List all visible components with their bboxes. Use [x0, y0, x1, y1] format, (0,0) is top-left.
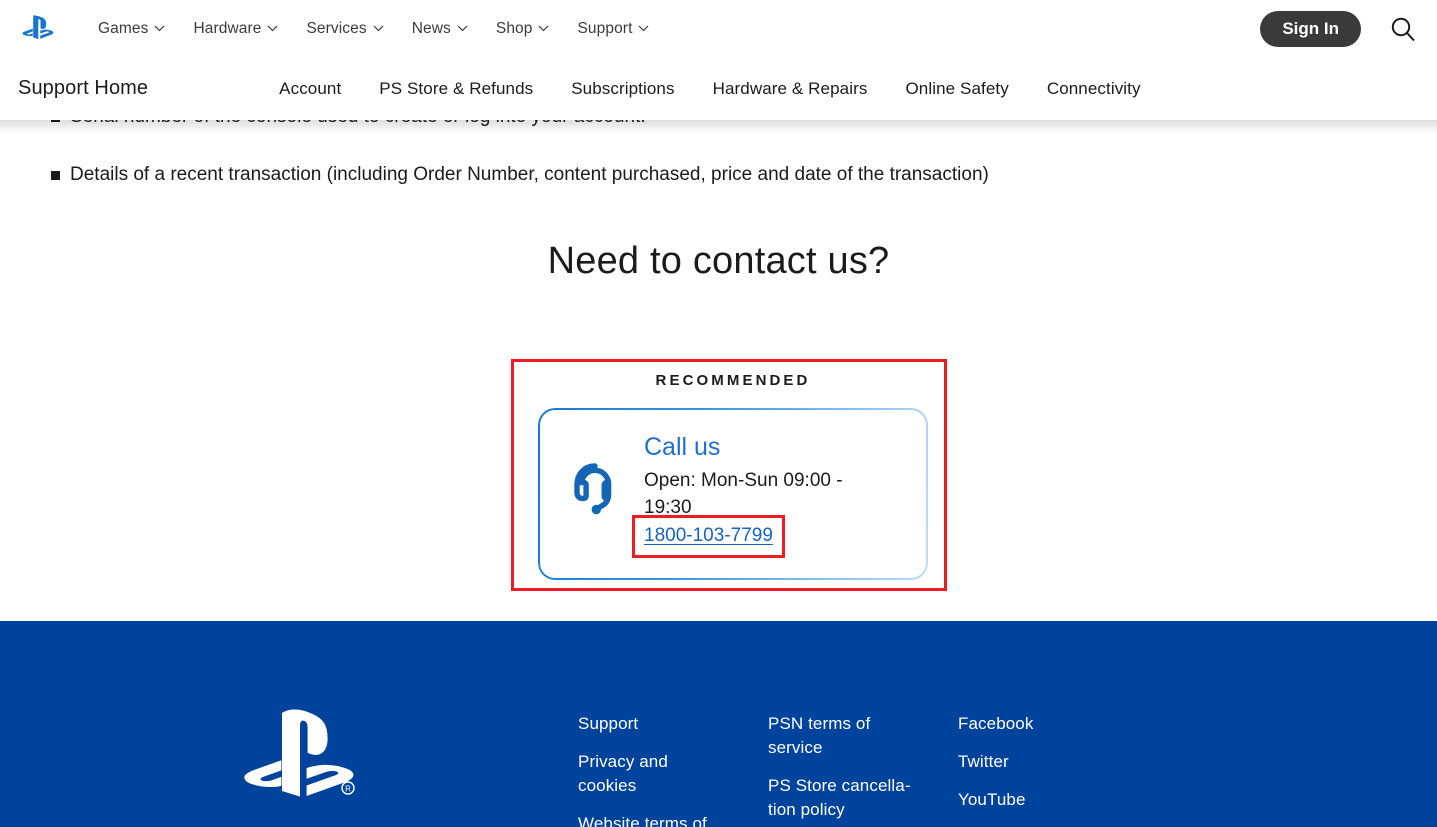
primary-nav-item-support[interactable]: Support [563, 14, 663, 44]
phone-link-wrapper: 1800-103-7799 [632, 514, 785, 558]
list-item: Details of a recent transaction (includi… [18, 161, 1419, 189]
support-navigation-bar: Support Home Account PS Store & Refunds … [0, 57, 1437, 120]
chevron-down-icon [457, 25, 468, 32]
footer-link-twitter[interactable]: Twitter [958, 750, 1108, 774]
header-right-actions: Sign In [1260, 10, 1419, 47]
call-us-card[interactable]: Call us Open: Mon-Sun 09:00 - 19:30 1800… [538, 408, 928, 581]
chevron-down-icon [539, 25, 549, 32]
footer-column-1: Support Privacy and cookies Website term… [578, 712, 768, 827]
search-button[interactable] [1387, 13, 1419, 45]
footer-link-psn-terms-of-service[interactable]: PSN terms of service [768, 712, 918, 760]
page-title: Need to contact us? [547, 240, 890, 283]
footer-column-3: Facebook Twitter YouTube Instagram [958, 712, 1148, 827]
sign-in-button[interactable]: Sign In [1260, 10, 1361, 47]
recommended-block: RECOMMENDED Call us Open: Mon-Sun 09:00 … [538, 372, 928, 581]
chevron-down-icon [268, 25, 278, 32]
svg-text:R: R [345, 785, 351, 794]
primary-nav-label: Games [98, 19, 149, 37]
primary-nav-label: News [411, 19, 451, 37]
global-header: Games Hardware Services News Shop Suppor… [0, 0, 1437, 134]
contact-card-zone: RECOMMENDED Call us Open: Mon-Sun 09:00 … [18, 329, 1419, 592]
support-home-link[interactable]: Support Home [18, 77, 148, 100]
footer-column-2: PSN terms of service PS Store cancella-t… [768, 712, 958, 827]
support-nav-item-connectivity[interactable]: Connectivity [1028, 71, 1160, 107]
primary-nav-item-shop[interactable]: Shop [482, 14, 564, 44]
call-card-inner: Call us Open: Mon-Sun 09:00 - 19:30 1800… [560, 434, 906, 558]
support-nav-item-online-safety[interactable]: Online Safety [886, 71, 1027, 107]
call-info: Call us Open: Mon-Sun 09:00 - 19:30 1800… [632, 434, 906, 558]
footer-link-facebook[interactable]: Facebook [958, 712, 1108, 736]
primary-nav-label: Shop [495, 19, 533, 37]
recommended-badge: RECOMMENDED [655, 372, 811, 390]
playstation-logo-icon [22, 15, 54, 40]
support-nav-item-account[interactable]: Account [260, 71, 360, 107]
primary-nav-item-services[interactable]: Services [292, 14, 397, 44]
call-us-hours: Open: Mon-Sun 09:00 - 19:30 [644, 469, 843, 518]
call-us-title[interactable]: Call us [644, 434, 906, 462]
footer-link-youtube[interactable]: YouTube [958, 788, 1108, 812]
site-footer: R Support Privacy and cookies Website te… [0, 621, 1437, 827]
footer-link-privacy-and-cookies[interactable]: Privacy and cookies [578, 750, 728, 798]
primary-nav-item-news[interactable]: News [398, 14, 482, 44]
footer-link-website-terms-of-use[interactable]: Website terms of use [578, 812, 728, 827]
support-nav-item-hardware-repairs[interactable]: Hardware & Repairs [694, 71, 887, 107]
chevron-down-icon [155, 25, 165, 32]
playstation-logo-link[interactable] [18, 13, 58, 44]
chevron-down-icon [639, 25, 649, 32]
footer-logo-column: R [18, 677, 578, 827]
primary-nav-label: Hardware [193, 19, 262, 37]
page-root: Games Hardware Services News Shop Suppor… [0, 0, 1437, 827]
headset-icon [574, 463, 612, 515]
primary-nav-label: Support [577, 19, 633, 37]
footer-inner: R Support Privacy and cookies Website te… [0, 621, 1437, 827]
primary-navigation-bar: Games Hardware Services News Shop Suppor… [0, 0, 1437, 57]
primary-nav-item-games[interactable]: Games [84, 14, 179, 44]
footer-link-ps-store-cancellation-policy[interactable]: PS Store cancella-tion policy [768, 774, 918, 822]
playstation-logo-icon: R [244, 709, 355, 797]
support-nav-item-ps-store-refunds[interactable]: PS Store & Refunds [360, 71, 552, 107]
footer-link-columns: Support Privacy and cookies Website term… [578, 677, 1148, 827]
support-nav-item-subscriptions[interactable]: Subscriptions [552, 71, 693, 107]
primary-nav-label: Services [306, 19, 367, 37]
support-nav-links: Account PS Store & Refunds Subscriptions… [260, 71, 1159, 107]
search-icon [1391, 17, 1415, 41]
content-inner: Serial number of the console used to cre… [0, 103, 1437, 592]
primary-nav-item-hardware[interactable]: Hardware [179, 14, 292, 44]
phone-number-link[interactable]: 1800-103-7799 [644, 525, 773, 546]
primary-nav-links: Games Hardware Services News Shop Suppor… [84, 14, 663, 44]
footer-link-support[interactable]: Support [578, 712, 728, 736]
chevron-down-icon [373, 25, 384, 32]
